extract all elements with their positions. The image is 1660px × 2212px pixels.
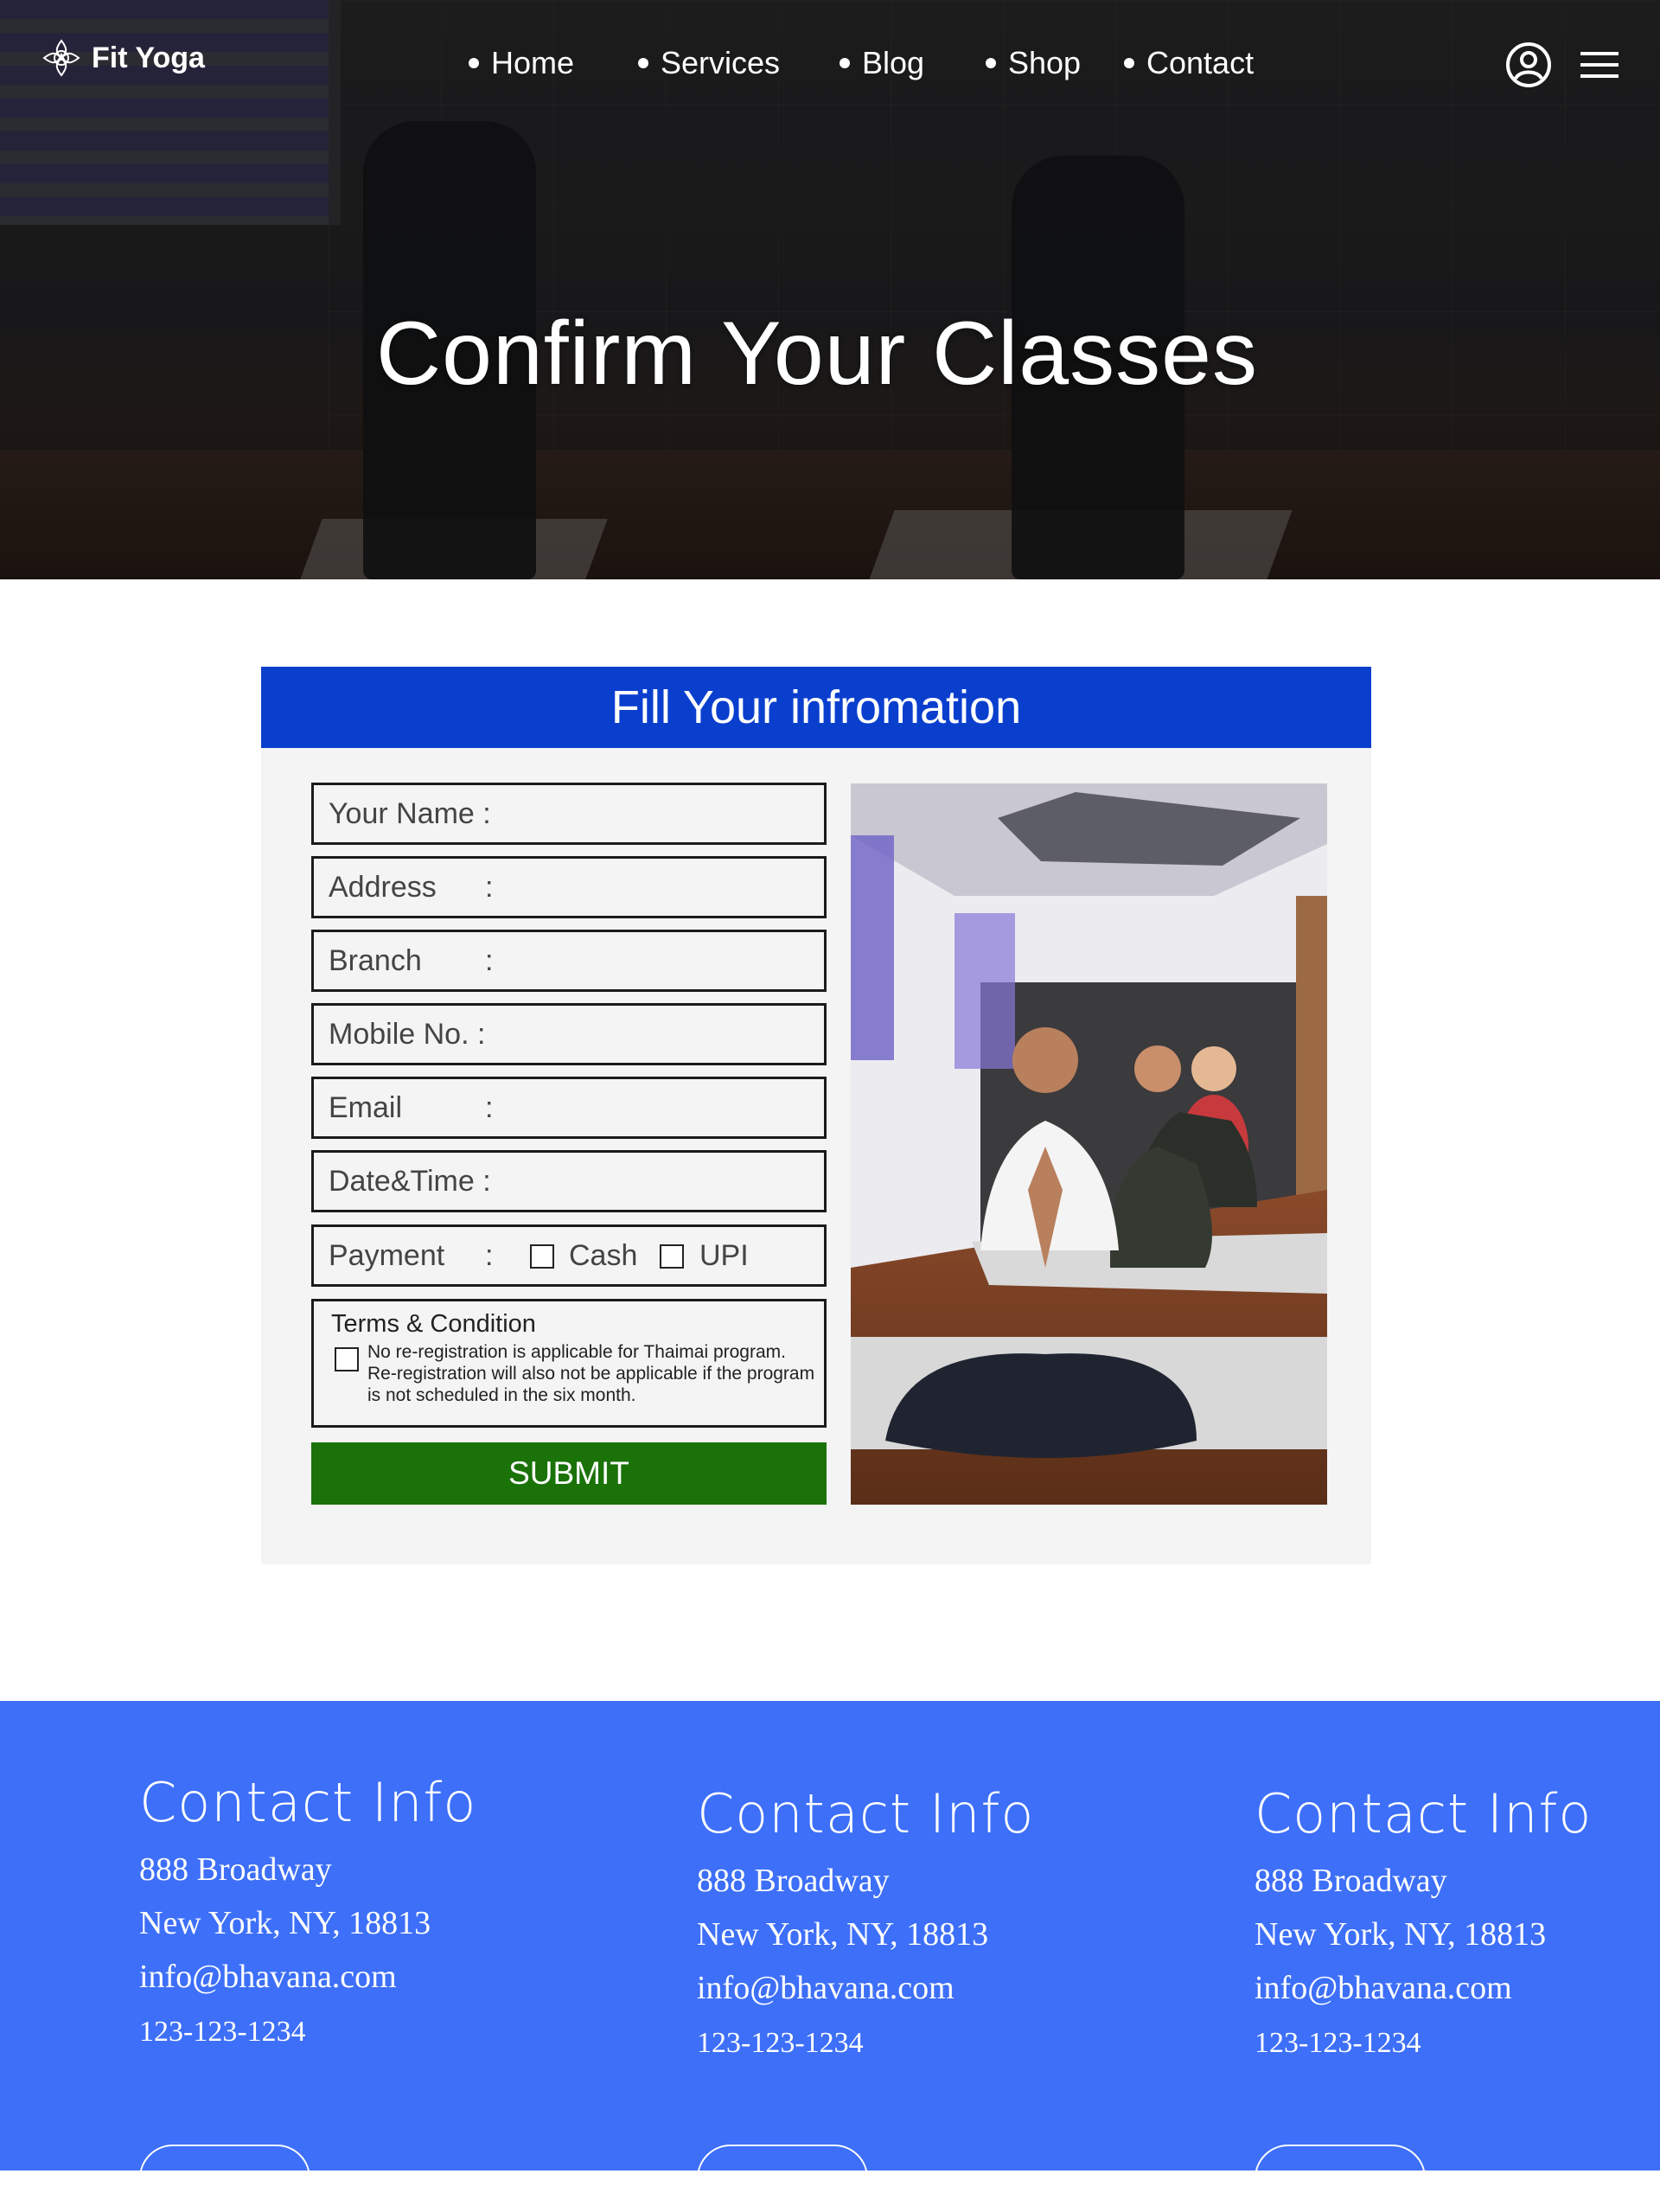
email-input[interactable] — [504, 1086, 819, 1131]
branch-field[interactable]: Branch : — [311, 930, 827, 992]
terms-checkbox[interactable] — [335, 1347, 359, 1371]
view-more-button[interactable]: VIEW MORE — [1255, 2145, 1426, 2212]
nav-label: Blog — [862, 45, 925, 80]
nav-label: Home — [491, 45, 575, 80]
email-field[interactable]: Email : — [311, 1077, 827, 1139]
bullet-icon — [638, 58, 648, 68]
field-label: Email — [329, 1091, 403, 1124]
bullet-icon — [840, 58, 850, 68]
terms-text: No re-registration is applicable for Tha… — [367, 1342, 815, 1405]
footer-contact-col: Contact Info 888 Broadway New York, NY, … — [139, 1771, 477, 2212]
field-label: Payment — [329, 1239, 445, 1272]
bullet-icon — [1124, 58, 1134, 68]
bullet-icon — [986, 58, 996, 68]
footer-email: info@bhavana.com — [1255, 1970, 1512, 2006]
mobile-input[interactable] — [495, 1013, 810, 1058]
nav-item-blog[interactable]: Blog — [840, 45, 924, 81]
address-input[interactable] — [504, 866, 819, 911]
nav-label: Contact — [1146, 45, 1255, 80]
footer-address-line1: 888 Broadway — [697, 1863, 890, 1899]
terms-title: Terms & Condition — [331, 1310, 536, 1338]
footer-address-line2: New York, NY, 18813 — [139, 1905, 431, 1941]
name-field[interactable]: Your Name : — [311, 783, 827, 845]
branch-input[interactable] — [504, 939, 819, 984]
book-now-button[interactable]: BOOK NOW — [697, 2145, 868, 2212]
field-label: Address — [329, 871, 437, 904]
field-label: Mobile No. : — [329, 1018, 486, 1051]
nav-item-contact[interactable]: Contact — [1124, 45, 1254, 81]
nav-item-shop[interactable]: Shop — [986, 45, 1081, 81]
footer-phone: 123-123-1234 — [1255, 2027, 1421, 2059]
cash-checkbox[interactable] — [530, 1244, 554, 1269]
footer-contact-col: Contact Info 888 Broadway New York, NY, … — [697, 1782, 1035, 2212]
address-field[interactable]: Address : — [311, 856, 827, 918]
nav-item-home[interactable]: Home — [469, 45, 574, 81]
nav-label: Services — [661, 45, 781, 80]
page-title: Confirm Your Classes — [376, 304, 1258, 404]
footer-address-line1: 888 Broadway — [139, 1851, 332, 1888]
upi-option-label: UPI — [699, 1239, 749, 1272]
footer-phone: 123-123-1234 — [697, 2027, 864, 2059]
terms-box: Terms & Condition No re-registration is … — [311, 1299, 827, 1428]
field-colon: : — [485, 1091, 494, 1124]
submit-button[interactable]: SUBMIT — [311, 1442, 827, 1505]
payment-field: Payment : Cash UPI — [311, 1224, 827, 1287]
field-colon: : — [485, 944, 494, 977]
nav-label: Shop — [1008, 45, 1082, 80]
footer-title: Contact Info — [1255, 1782, 1593, 1845]
main-nav: Home Services Blog Shop Contact — [0, 45, 1660, 88]
footer: Contact Info 888 Broadway New York, NY, … — [0, 1701, 1660, 2212]
footer-address-line2: New York, NY, 18813 — [697, 1916, 989, 1953]
open-map-button[interactable]: OPEN MAP — [139, 2145, 310, 2212]
footer-title: Contact Info — [139, 1771, 477, 1834]
bullet-icon — [469, 58, 479, 68]
name-input[interactable] — [495, 792, 810, 837]
mobile-field[interactable]: Mobile No. : — [311, 1003, 827, 1065]
upi-checkbox[interactable] — [660, 1244, 684, 1269]
nav-item-services[interactable]: Services — [638, 45, 780, 81]
form-header: Fill Your infromation — [261, 667, 1371, 748]
footer-title: Contact Info — [697, 1782, 1035, 1845]
field-label: Date&Time : — [329, 1165, 491, 1198]
field-label: Your Name : — [329, 797, 491, 830]
footer-email: info@bhavana.com — [697, 1970, 954, 2006]
hamburger-menu-icon[interactable] — [1580, 50, 1618, 80]
field-colon: : — [485, 1239, 494, 1272]
field-colon: : — [485, 871, 494, 904]
footer-address-line2: New York, NY, 18813 — [1255, 1916, 1547, 1953]
datetime-input[interactable] — [495, 1160, 810, 1205]
yoga-class-photo — [851, 783, 1327, 1505]
user-circle-icon[interactable] — [1505, 42, 1552, 88]
registration-card: Fill Your infromation Your Name : Addres… — [261, 667, 1371, 1564]
datetime-field[interactable]: Date&Time : — [311, 1150, 827, 1212]
footer-contact-col: Contact Info 888 Broadway New York, NY, … — [1255, 1782, 1593, 2212]
footer-email: info@bhavana.com — [139, 1959, 397, 1995]
cash-option-label: Cash — [569, 1239, 638, 1272]
footer-address-line1: 888 Broadway — [1255, 1863, 1447, 1899]
field-label: Branch — [329, 944, 422, 977]
footer-phone: 123-123-1234 — [139, 2016, 306, 2048]
yoga-group-image — [851, 783, 1327, 1505]
